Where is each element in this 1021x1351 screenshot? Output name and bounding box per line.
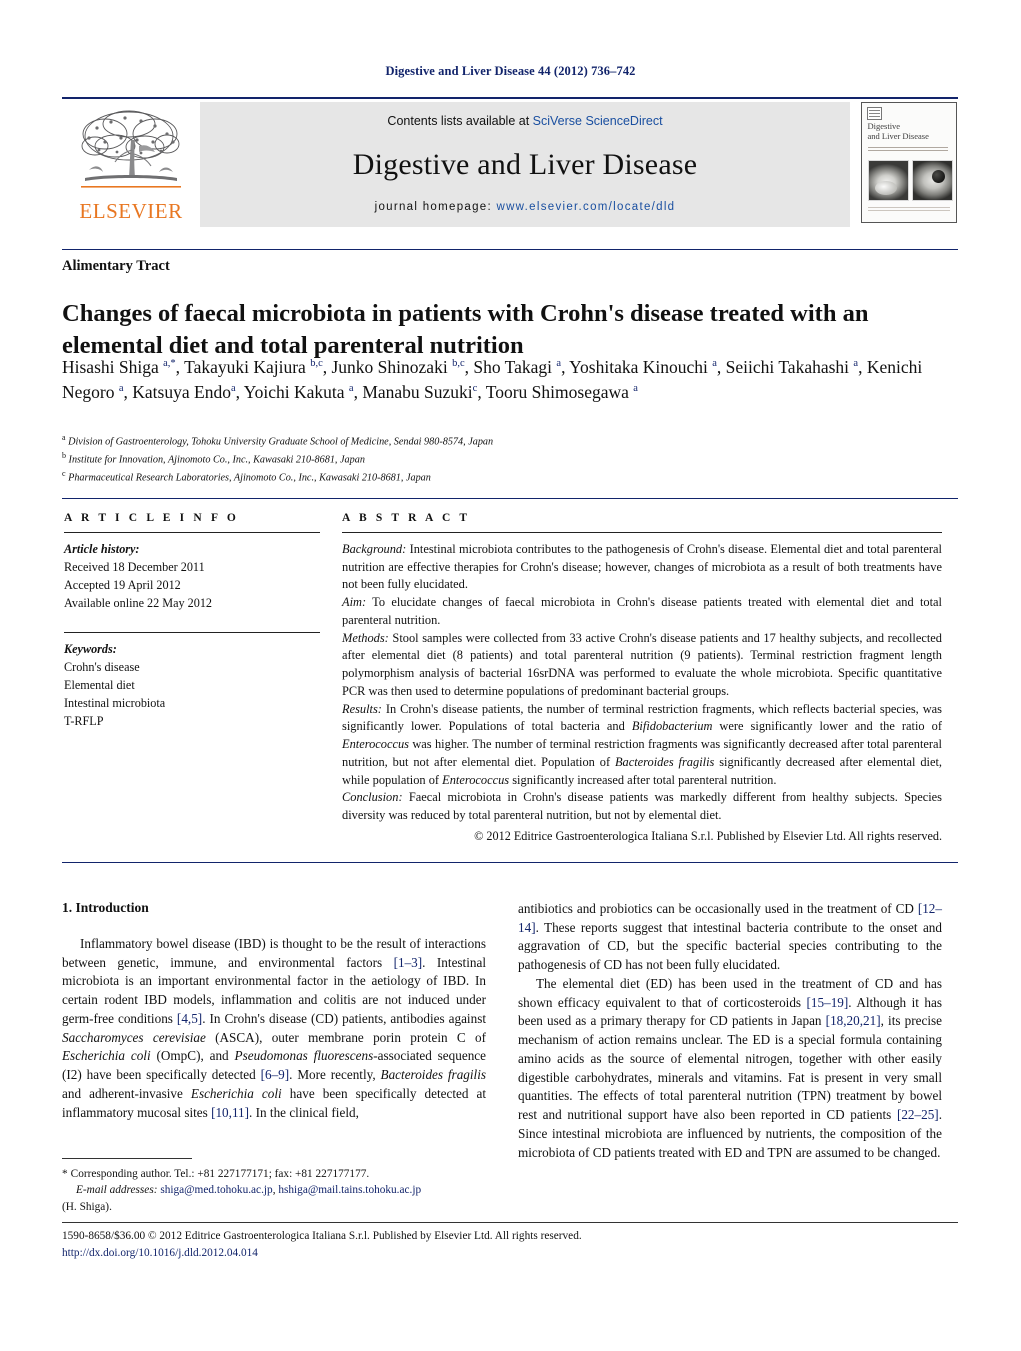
intro-paragraph-right-2: The elemental diet (ED) has been used in… — [518, 975, 943, 1160]
abstract-conclusion: Conclusion: Faecal microbiota in Crohn's… — [342, 789, 942, 824]
abstract-background: Background: Intestinal microbiota contri… — [342, 541, 942, 594]
masthead-center: Contents lists available at SciVerse Sci… — [200, 102, 850, 227]
body-column-left: Inflammatory bowel disease (IBD) is thou… — [62, 935, 486, 1122]
abstract-divider — [342, 532, 942, 533]
corresponding-author-text: Corresponding author. Tel.: +81 22717717… — [70, 1168, 370, 1180]
abstract-aim: Aim: To elucidate changes of faecal micr… — [342, 594, 942, 629]
doi-link[interactable]: http://dx.doi.org/10.1016/j.dld.2012.04.… — [62, 1245, 958, 1262]
article-section-label: Alimentary Tract — [62, 258, 170, 274]
abstract-heading: A B S T R A C T — [342, 512, 471, 524]
masthead-bottom-rule — [62, 249, 958, 250]
cover-scan-left-icon — [867, 160, 909, 201]
affiliation-text: Institute for Innovation, Ajinomoto Co.,… — [68, 454, 365, 466]
history-online: Available online 22 May 2012 — [64, 595, 213, 610]
cover-subtitle-rules — [867, 147, 948, 155]
sciencedirect-link[interactable]: SciVerse ScienceDirect — [533, 114, 663, 128]
abstract-aim-text: To elucidate changes of faecal microbiot… — [342, 595, 942, 627]
abstract-methods-text: Stool samples were collected from 33 act… — [342, 630, 942, 698]
abstract-conclusion-label: Conclusion: — [342, 790, 403, 805]
abstract-conclusion-text: Faecal microbiota in Crohn's disease pat… — [342, 790, 942, 823]
page-footer-rule — [62, 1222, 958, 1223]
keyword-item: Elemental diet — [64, 677, 135, 692]
intro-paragraph-left: Inflammatory bowel disease (IBD) is thou… — [62, 936, 487, 1120]
article-history-block: Article history: Received 18 December 20… — [64, 541, 320, 613]
contents-list-line: Contents lists available at SciVerse Sci… — [387, 114, 662, 128]
homepage-url-link[interactable]: www.elsevier.com/locate/dld — [496, 201, 675, 213]
article-info-column: A R T I C L E I N F O Article history: R… — [64, 512, 320, 730]
history-received: Received 18 December 2011 — [64, 559, 205, 574]
abstract-results: Results: In Crohn's disease patients, th… — [342, 701, 942, 790]
abstract-body: Background: Intestinal microbiota contri… — [342, 541, 942, 845]
keywords-block: Keywords: Crohn's disease Elemental diet… — [64, 641, 320, 731]
affiliation-list: a Division of Gastroenterology, Tohoku U… — [62, 432, 942, 486]
body-column-right: antibiotics and probiotics can be occasi… — [518, 900, 942, 1162]
asterisk-icon: * — [62, 1168, 68, 1180]
history-accepted: Accepted 19 April 2012 — [64, 577, 181, 592]
abstract-methods: Methods: Stool samples were collected fr… — [342, 630, 942, 701]
imprint-block: 1590-8658/$36.00 © 2012 Editrice Gastroe… — [62, 1228, 958, 1262]
journal-masthead: ELSEVIER Contents lists available at Sci… — [62, 97, 958, 227]
journal-cover-thumbnail: Digestive and Liver Disease — [850, 102, 958, 227]
article-history-label: Article history: — [64, 542, 140, 556]
article-info-divider — [64, 532, 320, 533]
elsevier-wordmark: ELSEVIER — [79, 199, 183, 223]
abstract-methods-label: Methods: — [342, 630, 389, 645]
affiliation-item: c Pharmaceutical Research Laboratories, … — [62, 468, 942, 486]
journal-homepage-line: journal homepage: www.elsevier.com/locat… — [375, 201, 676, 213]
keyword-item: T-RFLP — [64, 713, 104, 728]
info-panel-top-rule — [62, 498, 958, 499]
cover-title-line1: Digestive — [867, 121, 901, 131]
cover-scan-right-icon — [911, 160, 953, 201]
affiliation-item: b Institute for Innovation, Ajinomoto Co… — [62, 450, 942, 468]
elsevier-tree-icon — [75, 106, 187, 200]
running-head: Digestive and Liver Disease 44 (2012) 73… — [385, 64, 636, 78]
affiliation-marker: a — [62, 433, 66, 442]
footnote-rule — [62, 1158, 192, 1159]
introduction-heading: 1. Introduction — [62, 900, 149, 915]
journal-title: Digestive and Liver Disease — [352, 147, 698, 181]
cover-scan-images — [867, 160, 953, 201]
cover-title-line2: and Liver Disease — [867, 131, 929, 142]
keywords-divider — [64, 631, 320, 633]
abstract-copyright: © 2012 Editrice Gastroenterologica Itali… — [474, 828, 942, 843]
email-link-primary[interactable]: shiga@med.tohoku.ac.jp — [160, 1184, 272, 1196]
abstract-aim-label: Aim: — [342, 595, 367, 610]
abstract-background-label: Background: — [342, 542, 407, 556]
affiliation-item: a Division of Gastroenterology, Tohoku U… — [62, 432, 942, 450]
homepage-prefix: journal homepage: — [374, 201, 497, 213]
abstract-results-text: In Crohn's disease patients, the number … — [342, 701, 943, 787]
cover-footer-rules — [867, 207, 950, 216]
article-info-heading: A R T I C L E I N F O — [64, 512, 239, 524]
affiliation-text: Division of Gastroenterology, Tohoku Uni… — [68, 436, 494, 448]
article-page: Digestive and Liver Disease 44 (2012) 73… — [0, 0, 1021, 1351]
contents-prefix: Contents lists available at — [387, 114, 533, 128]
cover-image: Digestive and Liver Disease — [860, 102, 957, 223]
email-note: E-mail addresses: shiga@med.tohoku.ac.jp… — [76, 1184, 422, 1197]
email-link-secondary[interactable]: hshiga@mail.tains.tohoku.ac.jp — [278, 1184, 421, 1196]
email-addresses-label: E-mail addresses: — [76, 1184, 158, 1197]
abstract-results-label: Results: — [342, 701, 382, 716]
article-title: Changes of faecal microbiota in patients… — [62, 300, 869, 359]
email-owner: (H. Shiga). — [62, 1200, 112, 1213]
elsevier-logo: ELSEVIER — [62, 102, 200, 227]
affiliation-text: Pharmaceutical Research Laboratories, Aj… — [68, 472, 431, 484]
affiliation-marker: c — [62, 468, 66, 478]
affiliation-marker: b — [62, 450, 66, 460]
author-list: Hisashi Shiga a,*, Takayuki Kajiura b,c,… — [62, 357, 923, 403]
cover-title-text: Digestive and Liver Disease — [868, 121, 929, 141]
abstract-background-text: Intestinal microbiota contributes to the… — [342, 542, 942, 592]
keywords-label: Keywords: — [64, 641, 117, 656]
imprint-copyright-line: 1590-8658/$36.00 © 2012 Editrice Gastroe… — [62, 1230, 582, 1242]
abstract-column: A B S T R A C T Background: Intestinal m… — [342, 512, 942, 845]
footnote-block: * Corresponding author. Tel.: +81 2271771… — [62, 1166, 486, 1215]
corresponding-author-note: * Corresponding author. Tel.: +81 2271771… — [62, 1166, 486, 1182]
info-panel-bottom-rule — [62, 862, 958, 863]
keyword-item: Intestinal microbiota — [64, 695, 166, 710]
keyword-item: Crohn's disease — [64, 659, 140, 674]
cover-publisher-badge-icon — [866, 107, 882, 120]
intro-paragraph-right-1: antibiotics and probiotics can be occasi… — [518, 901, 942, 973]
